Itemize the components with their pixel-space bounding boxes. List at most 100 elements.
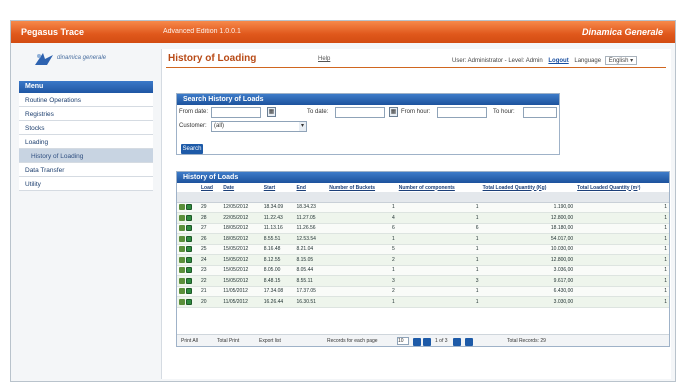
excel-export-icon[interactable] (186, 246, 192, 253)
table-row[interactable]: 28 22/05/2012 11.22.43 11.27.05 4 1 12.800,00 1 (177, 212, 669, 224)
edit-icon[interactable] (179, 246, 185, 253)
table-cell: 15/05/2012 (221, 275, 262, 287)
table-cell: 8.55.51 (261, 233, 295, 245)
column-header-quantity-kg[interactable]: Total Loaded Quantity (Kg) (481, 183, 576, 192)
table-row[interactable]: 21 11/05/2012 17.34.08 17.37.05 2 1 6.430,00 1 (177, 286, 669, 297)
column-header-components[interactable]: Number of components (397, 183, 481, 192)
table-row[interactable]: 26 18/05/2012 8.55.51 12.53.54 1 1 54.017,00 1 (177, 233, 669, 245)
table-cell: 22/05/2012 (221, 212, 262, 224)
from-hour-input[interactable] (437, 107, 487, 118)
from-date-calendar-icon[interactable]: ▦ (267, 107, 276, 117)
excel-export-icon[interactable] (186, 204, 192, 211)
sidebar-item-routine-operations[interactable]: Routine Operations (19, 93, 153, 107)
filter-cell[interactable] (294, 192, 328, 203)
excel-export-icon[interactable] (186, 225, 192, 232)
export-list-link[interactable]: Export list (259, 338, 281, 344)
edit-icon[interactable] (179, 204, 185, 211)
table-row[interactable]: 24 15/05/2012 8.12.55 8.15.05 2 1 12.800,00 1 (177, 254, 669, 266)
filter-cell[interactable] (261, 192, 295, 203)
records-per-page-input[interactable]: 10 (397, 337, 409, 345)
table-cell: 15/05/2012 (221, 254, 262, 266)
table-cell: 1 (396, 286, 481, 297)
table-cell: 15/05/2012 (221, 265, 262, 276)
table-cell: 4 (327, 212, 397, 224)
table-row[interactable]: 23 15/05/2012 8.05.00 8.05.44 1 1 3.036,00 1 (177, 265, 669, 276)
excel-export-icon[interactable] (186, 288, 192, 295)
edit-icon[interactable] (179, 267, 185, 274)
excel-export-icon[interactable] (186, 267, 192, 274)
table-cell: 11/05/2012 (221, 296, 262, 308)
print-all-link[interactable]: Print All (181, 338, 198, 344)
row-actions (177, 212, 199, 224)
edit-icon[interactable] (179, 256, 185, 263)
edit-icon[interactable] (179, 235, 185, 242)
column-header-buckets[interactable]: Number of Buckets (327, 183, 397, 192)
logout-link[interactable]: Logout (548, 58, 568, 64)
records-per-page-label: Records for each page (327, 338, 378, 344)
table-cell: 8.48.15 (261, 275, 295, 287)
table-cell: 6 (327, 223, 397, 234)
first-page-button[interactable] (413, 338, 421, 346)
table-cell: 1 (327, 296, 397, 308)
sidebar-item-utility[interactable]: Utility (19, 177, 153, 191)
excel-export-icon[interactable] (186, 235, 192, 242)
customer-select[interactable]: (all) ▾ (211, 121, 307, 132)
to-hour-input[interactable] (523, 107, 557, 118)
column-header-actions (177, 183, 199, 192)
table-row[interactable]: 20 11/05/2012 16.26.44 16.30.51 1 1 3.030,00 1 (177, 296, 669, 308)
to-date-calendar-icon[interactable]: ▦ (389, 107, 398, 117)
sidebar-item-stocks[interactable]: Stocks (19, 121, 153, 135)
table-cell: 1 (575, 244, 669, 255)
table-row[interactable]: 22 15/05/2012 8.48.15 8.55.11 3 3 9.617,00 1 (177, 275, 669, 287)
from-date-input[interactable] (211, 107, 261, 118)
filter-cell[interactable] (396, 192, 481, 203)
next-page-button[interactable] (453, 338, 461, 346)
sidebar-item-loading[interactable]: Loading (19, 135, 153, 149)
column-header-start[interactable]: Start (262, 183, 295, 192)
table-row[interactable]: 29 12/05/2012 18.34.09 18.34.23 1 1 1.190,00 1 (177, 202, 669, 213)
row-actions (177, 233, 199, 245)
edit-icon[interactable] (179, 277, 185, 284)
search-button[interactable]: Search (181, 144, 203, 154)
column-header-date[interactable]: Date (221, 183, 261, 192)
sidebar-item-data-transfer[interactable]: Data Transfer (19, 163, 153, 177)
table-cell: 1 (575, 233, 669, 245)
last-page-button[interactable] (465, 338, 473, 346)
table-cell: 21 (199, 286, 222, 297)
filter-cell[interactable] (199, 192, 222, 203)
edit-icon[interactable] (179, 288, 185, 295)
table-cell: 11/05/2012 (221, 286, 262, 297)
filter-cell[interactable] (575, 192, 669, 203)
excel-export-icon[interactable] (186, 277, 192, 284)
help-link[interactable]: Help (318, 56, 330, 62)
sidebar-item-history-of-loading[interactable]: History of Loading (19, 149, 153, 163)
previous-page-button[interactable] (423, 338, 431, 346)
search-row-dates: From date: ▦ To date: ▦ From hour: To ho… (177, 107, 559, 119)
column-header-quantity-m3[interactable]: Total Loaded Quantity (m³) (575, 183, 669, 192)
column-header-end[interactable]: End (294, 183, 327, 192)
excel-export-icon[interactable] (186, 298, 192, 305)
total-print-link[interactable]: Total Print (217, 338, 239, 344)
table-cell: 24 (199, 254, 222, 266)
column-header-load[interactable]: Load (199, 183, 221, 192)
edit-icon[interactable] (179, 225, 185, 232)
filter-cell[interactable] (480, 192, 576, 203)
pager: Print All Total Print Export list Record… (177, 334, 669, 346)
excel-export-icon[interactable] (186, 214, 192, 221)
table-row[interactable]: 27 18/05/2012 11.13.16 11.26.56 6 6 18.180,00 1 (177, 223, 669, 234)
user-text: User: Administrator - Level: Admin (452, 58, 543, 64)
total-records: Total Records: 29 (507, 338, 546, 344)
edit-icon[interactable] (179, 298, 185, 305)
sidebar-item-registries[interactable]: Registries (19, 107, 153, 121)
filter-cell[interactable] (327, 192, 397, 203)
filter-cell[interactable] (221, 192, 262, 203)
excel-export-icon[interactable] (186, 256, 192, 263)
table-cell: 1 (396, 233, 481, 245)
table-row[interactable]: 25 15/05/2012 8.16.48 8.21.04 5 1 10.030,00 1 (177, 244, 669, 255)
table-cell: 1.190,00 (480, 202, 576, 213)
table-cell: 2 (327, 286, 397, 297)
row-actions (177, 275, 199, 287)
language-select[interactable]: English ▾ (604, 56, 638, 65)
edit-icon[interactable] (179, 214, 185, 221)
to-date-input[interactable] (335, 107, 385, 118)
